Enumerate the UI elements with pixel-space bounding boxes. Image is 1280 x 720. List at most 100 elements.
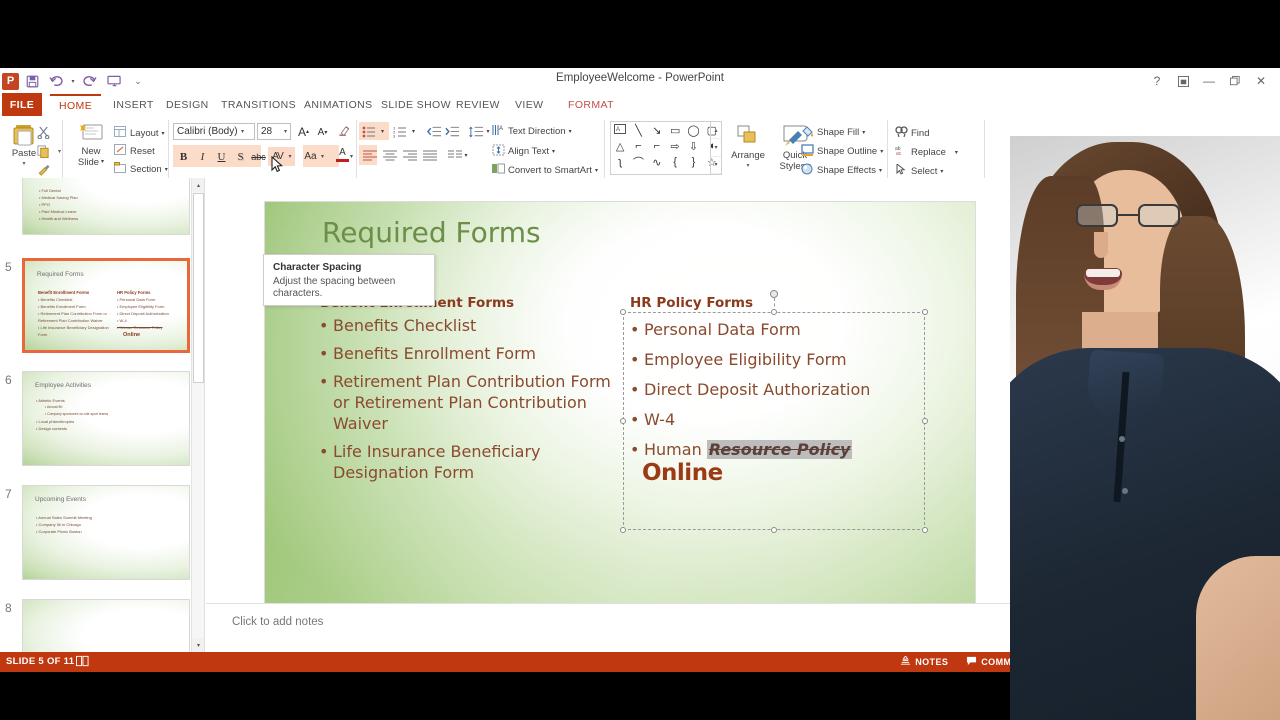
right-arrow-shape-icon[interactable]: ⇨: [666, 140, 684, 153]
minimize-button[interactable]: —: [1196, 71, 1222, 91]
select-dropdown-icon[interactable]: ▾: [940, 168, 943, 175]
left-brace-shape-icon[interactable]: {: [666, 156, 684, 168]
close-button[interactable]: ✕: [1248, 71, 1274, 91]
replace-dropdown-icon[interactable]: ▾: [955, 149, 958, 156]
scrollbar-thumb[interactable]: [193, 193, 204, 383]
clear-formatting-button[interactable]: [334, 122, 353, 141]
rotation-handle[interactable]: [770, 290, 778, 298]
new-slide-button[interactable]: New Slide ▾: [69, 122, 113, 168]
text-box-shape-icon[interactable]: A: [611, 123, 629, 137]
freeform-shape-icon[interactable]: ʅ: [611, 156, 629, 168]
tab-format[interactable]: FORMAT: [559, 94, 623, 116]
arrow-shape-icon[interactable]: ↘: [648, 124, 666, 137]
bullets-button[interactable]: [360, 122, 378, 141]
align-right-button[interactable]: [400, 146, 419, 165]
cut-button[interactable]: [34, 123, 53, 142]
section-button[interactable]: Section ▾: [113, 160, 168, 178]
increase-indent-button[interactable]: [443, 122, 462, 141]
font-size-input[interactable]: 28 ▾: [257, 123, 291, 140]
new-slide-dropdown-icon[interactable]: ▾: [101, 157, 104, 168]
left-column-bullets[interactable]: • Benefits Checklist • Benefits Enrollment…: [319, 315, 624, 483]
line-shape-icon[interactable]: ╲: [629, 124, 647, 137]
font-name-input[interactable]: Calibri (Body) ▾: [173, 123, 255, 140]
tab-review[interactable]: REVIEW: [447, 94, 509, 116]
decrease-font-size-button[interactable]: A ▾: [313, 123, 332, 142]
right-column-header[interactable]: HR Policy Forms: [630, 295, 753, 311]
bullets-dropdown-icon[interactable]: ▾: [377, 122, 388, 141]
text-placeholder-selection-box[interactable]: [623, 312, 925, 530]
font-size-dropdown-icon[interactable]: ▾: [284, 128, 287, 135]
thumbnail-slide-6[interactable]: 6 Employee Activities • Athletic Events …: [5, 371, 190, 466]
shapes-scroll-down-icon[interactable]: ▾: [711, 139, 721, 157]
italic-button[interactable]: I: [193, 147, 212, 166]
arrange-dropdown-icon[interactable]: ▾: [724, 161, 772, 172]
slide-thumbnail-panel[interactable]: • Full Dental • Medical Saving Plan • PP…: [0, 178, 205, 652]
numbering-button[interactable]: 123: [391, 122, 409, 141]
arc-shape-icon[interactable]: ∿: [648, 156, 666, 169]
underline-button[interactable]: U: [212, 147, 231, 166]
restore-button[interactable]: [1222, 71, 1248, 91]
thumbnail-scrollbar[interactable]: ▴ ▾: [191, 178, 204, 652]
ribbon-display-options-button[interactable]: [1170, 71, 1196, 91]
shapes-gallery[interactable]: A ╲ ↘ ▭ ◯ ▢ △ ⌐ ⌐ ⇨ ⇩ ◖ ʅ ⌒ ∿ {} ☆ ▴ ▾ …: [610, 121, 722, 175]
arrange-button[interactable]: Arrange ▾: [724, 124, 772, 172]
tab-file[interactable]: FILE: [2, 93, 42, 117]
shape-effects-button[interactable]: Shape Effects ▾: [800, 161, 882, 179]
slide-title[interactable]: Required Forms: [322, 216, 541, 249]
smartart-dropdown-icon[interactable]: ▾: [595, 167, 598, 174]
layout-button[interactable]: Layout ▾: [113, 124, 165, 142]
notes-toggle-button[interactable]: NOTES: [891, 652, 957, 672]
shape-effects-dropdown-icon[interactable]: ▾: [879, 167, 882, 174]
align-left-button[interactable]: [360, 146, 379, 165]
align-text-dropdown-icon[interactable]: ▾: [552, 148, 555, 155]
bold-button[interactable]: B: [174, 147, 193, 166]
scroll-down-icon[interactable]: ▾: [192, 638, 204, 652]
selection-handle-bc[interactable]: [771, 527, 777, 533]
elbow-arrow-icon[interactable]: ⌐: [648, 140, 666, 152]
elbow-connector-icon[interactable]: ⌐: [629, 140, 647, 152]
justify-button[interactable]: [420, 146, 439, 165]
right-brace-shape-icon[interactable]: }: [684, 156, 702, 168]
character-spacing-dropdown-icon[interactable]: ▾: [285, 147, 295, 166]
text-direction-button[interactable]: A Text Direction ▾: [491, 122, 572, 140]
shape-fill-dropdown-icon[interactable]: ▾: [862, 129, 865, 136]
selection-handle-tl[interactable]: [620, 309, 626, 315]
down-arrow-shape-icon[interactable]: ⇩: [684, 140, 702, 153]
columns-dropdown-icon[interactable]: ▾: [461, 146, 471, 165]
increase-font-size-button[interactable]: A ▴: [294, 122, 313, 141]
shapes-gallery-scroll[interactable]: ▴ ▾ ▾: [710, 122, 721, 174]
thumbnail-slide-5[interactable]: 5 Required Forms Benefit Enrollment Form…: [5, 258, 190, 353]
change-case-dropdown-icon[interactable]: ▾: [318, 147, 327, 166]
shape-outline-dropdown-icon[interactable]: ▾: [880, 148, 883, 155]
tab-insert[interactable]: INSERT: [104, 94, 163, 116]
selection-handle-ml[interactable]: [620, 418, 626, 424]
scroll-up-icon[interactable]: ▴: [192, 178, 204, 192]
shapes-scroll-up-icon[interactable]: ▴: [711, 122, 721, 140]
convert-to-smartart-button[interactable]: Convert to SmartArt ▾: [491, 161, 598, 179]
numbering-dropdown-icon[interactable]: ▾: [408, 122, 419, 141]
selection-handle-tc[interactable]: [771, 309, 777, 315]
font-name-dropdown-icon[interactable]: ▾: [241, 128, 244, 135]
tab-home[interactable]: HOME: [50, 94, 102, 116]
selection-handle-mr[interactable]: [922, 418, 928, 424]
triangle-shape-icon[interactable]: △: [611, 140, 629, 153]
oval-shape-icon[interactable]: ◯: [684, 124, 702, 137]
text-shadow-button[interactable]: S: [231, 147, 250, 166]
curve-shape-icon[interactable]: ⌒: [629, 154, 647, 170]
shape-fill-button[interactable]: Shape Fill ▾: [800, 123, 865, 141]
align-text-button[interactable]: Align Text ▾: [491, 142, 555, 160]
tab-design[interactable]: DESIGN: [157, 94, 218, 116]
tab-transitions[interactable]: TRANSITIONS: [212, 94, 305, 116]
reset-button[interactable]: Reset: [113, 142, 155, 160]
decrease-indent-button[interactable]: [425, 122, 444, 141]
find-button[interactable]: Find: [894, 124, 929, 142]
format-painter-button[interactable]: [34, 160, 53, 179]
thumbnail-slide-8[interactable]: 8: [5, 599, 190, 652]
selection-handle-br[interactable]: [922, 527, 928, 533]
selection-handle-bl[interactable]: [620, 527, 626, 533]
tab-animations[interactable]: ANIMATIONS: [295, 94, 382, 116]
strikethrough-button[interactable]: abc: [249, 147, 268, 166]
rectangle-shape-icon[interactable]: ▭: [666, 124, 684, 137]
thumbnail-slide-4[interactable]: • Full Dental • Medical Saving Plan • PP…: [22, 178, 190, 235]
shapes-more-icon[interactable]: ▾: [711, 157, 721, 174]
